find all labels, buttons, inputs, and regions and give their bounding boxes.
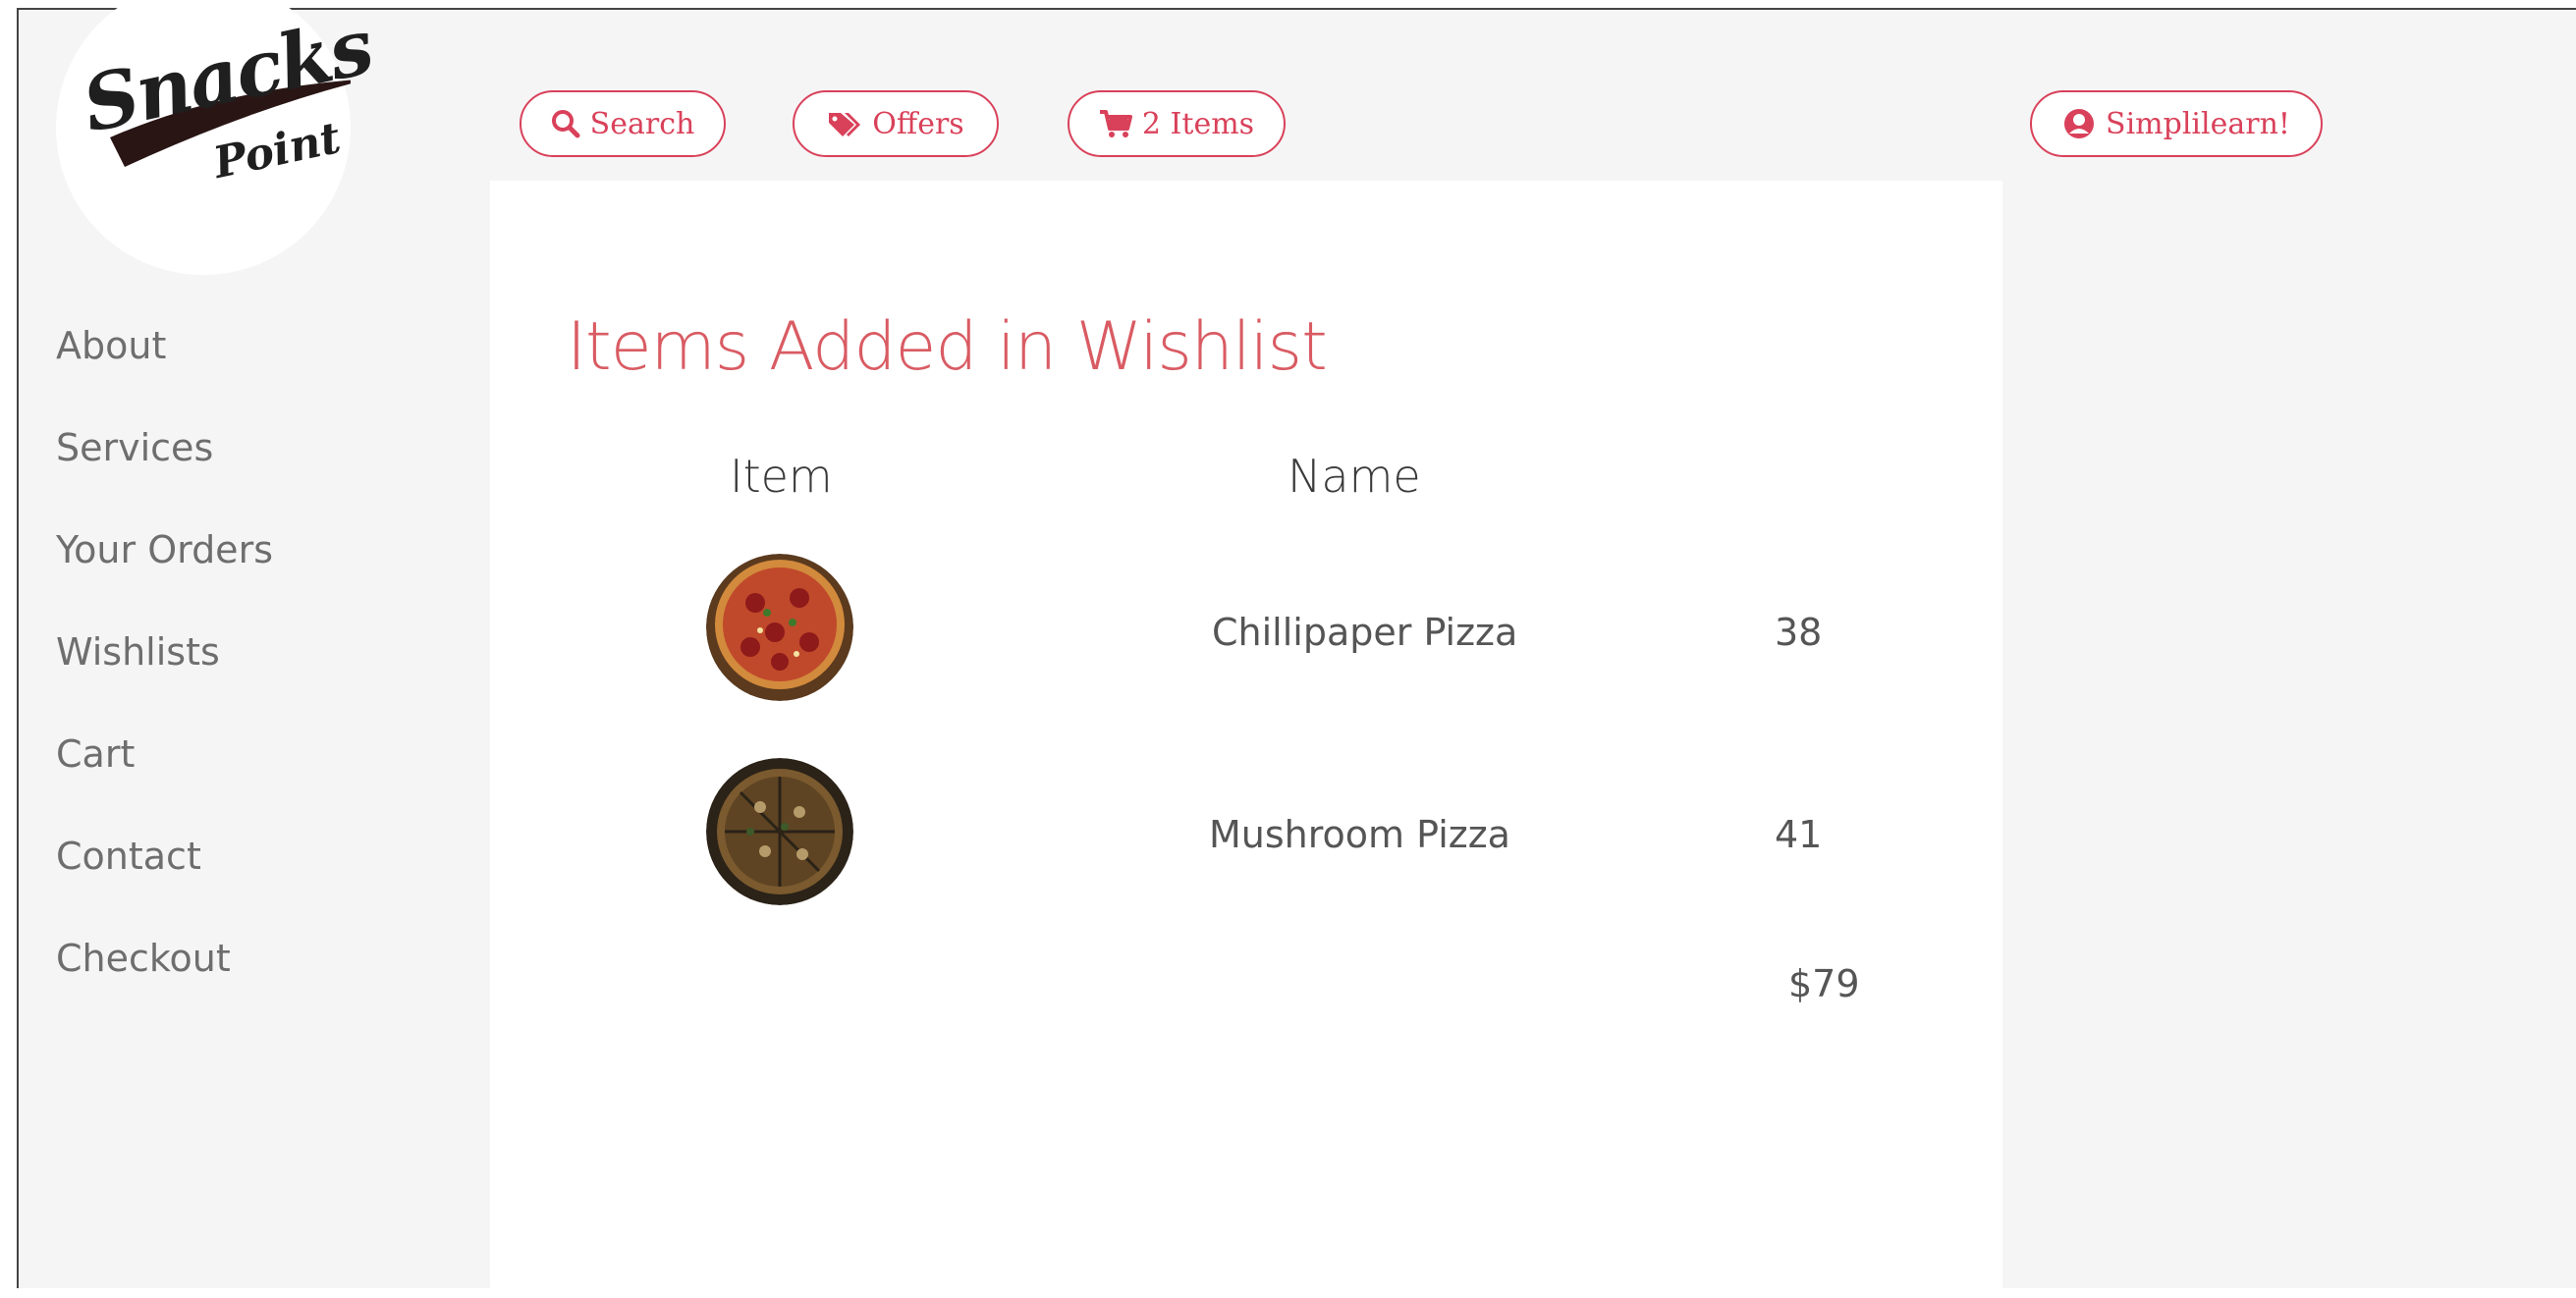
chillipaper-pizza-image [706,554,853,701]
item-name: Chillipaper Pizza [1212,611,1518,654]
search-button[interactable]: Search [520,90,726,157]
user-account-button[interactable]: Simplilearn! [2030,90,2323,157]
sidebar-item-wishlists[interactable]: Wishlists [56,622,273,725]
column-header-item: Item [730,450,833,503]
sidebar-item-checkout[interactable]: Checkout [56,929,273,1031]
item-price: 38 [1775,611,1823,654]
mushroom-pizza-image [706,758,853,905]
search-button-label: Search [589,106,695,141]
sidebar-item-services[interactable]: Services [56,418,273,520]
pizza-icon [706,554,853,701]
user-circle-icon [2064,109,2095,138]
snacks-point-logo[interactable]: Snacks Point [56,0,379,275]
cart-button[interactable]: 2 Items [1068,90,1286,157]
search-icon [551,110,580,138]
tags-icon [829,113,861,136]
wishlist-panel: Items Added in Wishlist Item Name Chilli… [490,181,2002,1298]
offers-button[interactable]: Offers [793,90,999,157]
wishlist-total: $79 [1788,962,1860,1005]
user-account-label: Simplilearn! [2106,106,2290,141]
app-frame: Snacks Point About Services Your Orders … [17,0,2576,1298]
cart-button-label: 2 Items [1141,106,1255,141]
page-title: Items Added in Wishlist [567,308,1328,386]
item-price: 41 [1775,813,1823,856]
offers-button-label: Offers [872,106,964,141]
sidebar-nav: About Services Your Orders Wishlists Car… [56,316,273,1031]
item-name: Mushroom Pizza [1209,813,1510,856]
shopping-cart-icon [1099,110,1132,137]
column-header-name: Name [1288,450,1421,503]
pizza-icon [706,758,853,905]
sidebar-item-contact[interactable]: Contact [56,827,273,929]
sidebar-item-cart[interactable]: Cart [56,725,273,827]
sidebar-item-your-orders[interactable]: Your Orders [56,520,273,622]
sidebar-item-about[interactable]: About [56,316,273,418]
